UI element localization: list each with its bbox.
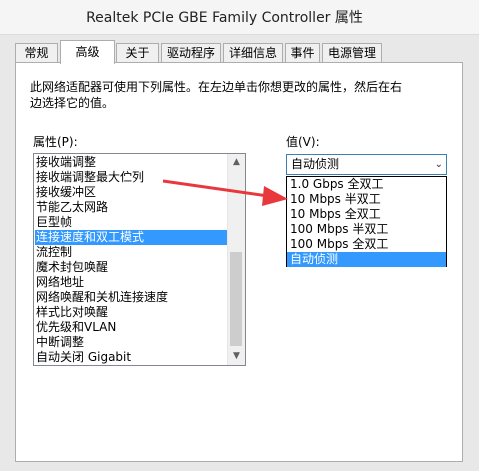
property-item[interactable]: 网络唤醒和关机连接速度 bbox=[35, 290, 228, 305]
property-list: 接收端调整 接收端调整最大伫列 接收缓冲区 节能乙太网路 巨型帧 连接速度和双工… bbox=[35, 155, 228, 365]
scroll-up-icon[interactable]: ▲ bbox=[228, 154, 245, 171]
tab-general[interactable]: 常规 bbox=[15, 43, 58, 63]
chevron-down-icon[interactable]: ⌄ bbox=[435, 155, 443, 174]
value-option[interactable]: 1.0 Gbps 全双工 bbox=[287, 177, 446, 192]
value-option[interactable]: 100 Mbps 全双工 bbox=[287, 237, 446, 252]
property-item[interactable]: 接收端调整 bbox=[35, 155, 228, 170]
title-bar: Realtek PCIe GBE Family Controller 属性 bbox=[0, 0, 479, 35]
tab-power-management[interactable]: 电源管理 bbox=[322, 43, 382, 63]
tab-strip: 常规 高级 关于 驱动程序 详细信息 事件 电源管理 bbox=[15, 40, 469, 64]
description-line-1: 此网络适配器可使用下列属性。在左边单击你想更改的属性，然后在右 bbox=[30, 80, 403, 94]
property-item[interactable]: 节能乙太网路 bbox=[35, 200, 228, 215]
scroll-down-icon[interactable]: ▼ bbox=[228, 348, 245, 365]
property-item[interactable]: 网络地址 bbox=[35, 275, 228, 290]
property-scrollbar[interactable]: ▲ ▼ bbox=[227, 154, 245, 365]
value-label: 值(V): bbox=[286, 135, 320, 149]
property-label: 属性(P): bbox=[33, 135, 78, 149]
property-item[interactable]: 优先级和VLAN bbox=[35, 320, 228, 335]
property-item[interactable]: 巨型帧 bbox=[35, 215, 228, 230]
close-icon[interactable] bbox=[437, 0, 479, 26]
property-item-selected[interactable]: 连接速度和双工模式 bbox=[35, 230, 228, 245]
value-option[interactable]: 10 Mbps 全双工 bbox=[287, 207, 446, 222]
tab-events[interactable]: 事件 bbox=[285, 43, 320, 63]
properties-dialog: Realtek PCIe GBE Family Controller 属性 常规… bbox=[0, 0, 479, 471]
value-option-selected[interactable]: 自动侦测 bbox=[287, 252, 446, 267]
property-item[interactable]: 接收端调整最大伫列 bbox=[35, 170, 228, 185]
description-text: 此网络适配器可使用下列属性。在左边单击你想更改的属性，然后在右 边选择它的值。 bbox=[30, 79, 440, 111]
property-item[interactable]: 接收缓冲区 bbox=[35, 185, 228, 200]
value-option[interactable]: 100 Mbps 半双工 bbox=[287, 222, 446, 237]
property-item[interactable]: 样式比对唤醒 bbox=[35, 305, 228, 320]
value-dropdown[interactable]: 自动侦测 ⌄ bbox=[286, 154, 447, 175]
property-item[interactable]: 自动关闭 Gigabit bbox=[35, 350, 228, 365]
window-title: Realtek PCIe GBE Family Controller 属性 bbox=[86, 10, 363, 26]
description-line-2: 边选择它的值。 bbox=[30, 96, 115, 110]
property-item[interactable]: 魔术封包唤醒 bbox=[35, 260, 228, 275]
tab-about[interactable]: 关于 bbox=[116, 43, 159, 63]
tab-advanced[interactable]: 高级 bbox=[60, 40, 115, 64]
property-listbox[interactable]: 接收端调整 接收端调整最大伫列 接收缓冲区 节能乙太网路 巨型帧 连接速度和双工… bbox=[33, 153, 246, 366]
property-item[interactable]: 流控制 bbox=[35, 245, 228, 260]
value-dropdown-list: 1.0 Gbps 全双工 10 Mbps 半双工 10 Mbps 全双工 100… bbox=[286, 176, 447, 267]
value-dropdown-selected: 自动侦测 bbox=[291, 157, 340, 171]
scrollbar-thumb[interactable] bbox=[230, 252, 242, 346]
tab-details[interactable]: 详细信息 bbox=[223, 43, 283, 63]
value-option[interactable]: 10 Mbps 半双工 bbox=[287, 192, 446, 207]
tab-driver[interactable]: 驱动程序 bbox=[161, 43, 221, 63]
property-item[interactable]: 中断调整 bbox=[35, 335, 228, 350]
